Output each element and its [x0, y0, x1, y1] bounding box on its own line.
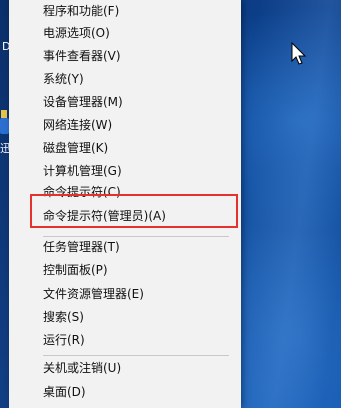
- menu-separator: [43, 355, 229, 356]
- desktop-left-edge: [0, 0, 9, 408]
- menu-item-desktop[interactable]: 桌面(D): [9, 381, 241, 403]
- desktop-shortcut-icon[interactable]: [0, 110, 9, 134]
- menu-item-device-manager[interactable]: 设备管理器(M): [9, 91, 241, 113]
- menu-item-power-options[interactable]: 电源选项(O): [9, 22, 241, 44]
- menu-item-search[interactable]: 搜索(S): [9, 306, 241, 328]
- menu-item-control-panel[interactable]: 控制面板(P): [9, 259, 241, 281]
- menu-item-task-manager[interactable]: 任务管理器(T): [9, 236, 241, 258]
- menu-item-network-connections[interactable]: 网络连接(W): [9, 114, 241, 136]
- menu-item-event-viewer[interactable]: 事件查看器(V): [9, 45, 241, 67]
- menu-item-computer-management[interactable]: 计算机管理(G): [9, 160, 241, 182]
- menu-item-disk-management[interactable]: 磁盘管理(K): [9, 137, 241, 159]
- menu-item-file-explorer[interactable]: 文件资源管理器(E): [9, 283, 241, 305]
- menu-item-run[interactable]: 运行(R): [9, 329, 241, 351]
- menu-item-system[interactable]: 系统(Y): [9, 68, 241, 90]
- menu-item-programs-and-features[interactable]: 程序和功能(F): [9, 0, 241, 22]
- red-highlight-box: [30, 194, 238, 228]
- menu-item-shutdown-signout[interactable]: 关机或注销(U): [9, 357, 241, 379]
- mouse-pointer-icon: [291, 42, 307, 65]
